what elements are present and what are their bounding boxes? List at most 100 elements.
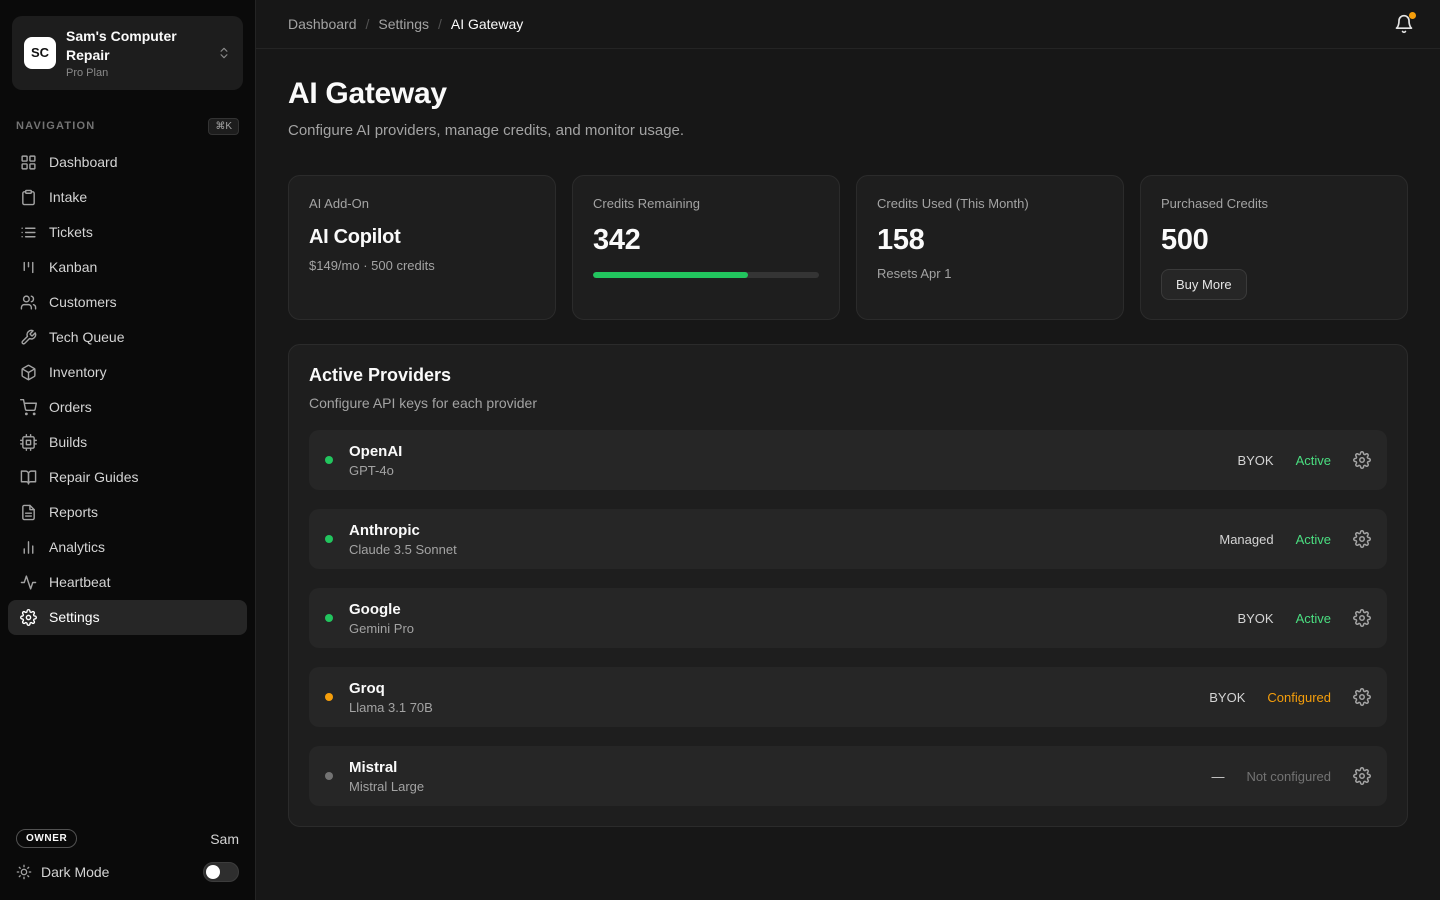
- sidebar-item-inventory[interactable]: Inventory: [8, 355, 247, 390]
- sidebar-item-repair-guides[interactable]: Repair Guides: [8, 460, 247, 495]
- gear-icon[interactable]: [1353, 609, 1371, 627]
- breadcrumb-separator: /: [366, 16, 370, 32]
- provider-meta: BYOK Active: [1237, 451, 1371, 469]
- sidebar-item-tech-queue[interactable]: Tech Queue: [8, 320, 247, 355]
- sidebar-item-analytics[interactable]: Analytics: [8, 530, 247, 565]
- provider-model: Gemini Pro: [349, 621, 414, 636]
- gear-icon[interactable]: [1353, 767, 1371, 785]
- bar-chart-icon: [20, 539, 37, 556]
- provider-meta: BYOK Active: [1237, 609, 1371, 627]
- provider-info: Groq Llama 3.1 70B: [349, 680, 433, 715]
- breadcrumb: Dashboard / Settings / AI Gateway: [288, 16, 523, 32]
- sidebar-item-reports[interactable]: Reports: [8, 495, 247, 530]
- provider-status: Active: [1296, 611, 1331, 626]
- provider-rows: OpenAI GPT-4o BYOK Active Anthropic: [309, 430, 1387, 806]
- stat-label: AI Add-On: [309, 196, 535, 211]
- role-badge: OWNER: [16, 829, 77, 848]
- kanban-icon: [20, 259, 37, 276]
- provider-model: GPT-4o: [349, 463, 402, 478]
- grid-icon: [20, 154, 37, 171]
- provider-status: Active: [1296, 532, 1331, 547]
- main-area: Dashboard / Settings / AI Gateway AI Gat…: [256, 0, 1440, 900]
- stat-card-credits-used: Credits Used (This Month) 158 Resets Apr…: [856, 175, 1124, 320]
- provider-model: Claude 3.5 Sonnet: [349, 542, 457, 557]
- stat-label: Credits Used (This Month): [877, 196, 1103, 211]
- notification-dot: [1409, 12, 1416, 19]
- wrench-icon: [20, 329, 37, 346]
- sidebar-item-orders[interactable]: Orders: [8, 390, 247, 425]
- provider-info: Mistral Mistral Large: [349, 759, 424, 794]
- stat-detail: $149/mo · 500 credits: [309, 258, 535, 273]
- sidebar-item-label: Heartbeat: [49, 574, 110, 590]
- status-dot: [325, 772, 333, 780]
- sidebar-item-heartbeat[interactable]: Heartbeat: [8, 565, 247, 600]
- provider-row-openai[interactable]: OpenAI GPT-4o BYOK Active: [309, 430, 1387, 490]
- workspace-switcher[interactable]: SC Sam's Computer Repair Pro Plan: [12, 16, 243, 90]
- provider-row-anthropic[interactable]: Anthropic Claude 3.5 Sonnet Managed Acti…: [309, 509, 1387, 569]
- sidebar-item-label: Repair Guides: [49, 469, 139, 485]
- clipboard-icon: [20, 189, 37, 206]
- provider-info: OpenAI GPT-4o: [349, 443, 402, 478]
- stat-card-ai-addon: AI Add-On AI Copilot $149/mo · 500 credi…: [288, 175, 556, 320]
- page-title: AI Gateway: [288, 77, 1408, 111]
- book-open-icon: [20, 469, 37, 486]
- sidebar-item-builds[interactable]: Builds: [8, 425, 247, 460]
- stat-card-purchased-credits: Purchased Credits 500 Buy More: [1140, 175, 1408, 320]
- topbar: Dashboard / Settings / AI Gateway: [256, 0, 1440, 49]
- provider-row-google[interactable]: Google Gemini Pro BYOK Active: [309, 588, 1387, 648]
- notifications-button[interactable]: [1394, 14, 1414, 34]
- gear-icon[interactable]: [1353, 530, 1371, 548]
- chevrons-up-down-icon: [217, 46, 231, 60]
- dark-mode-toggle[interactable]: [203, 862, 239, 882]
- providers-title: Active Providers: [309, 365, 1387, 386]
- provider-status: Configured: [1267, 690, 1331, 705]
- sidebar-item-label: Settings: [49, 609, 100, 625]
- breadcrumb-dashboard[interactable]: Dashboard: [288, 16, 357, 32]
- status-dot: [325, 693, 333, 701]
- navigation-section-label: NAVIGATION: [16, 120, 95, 132]
- active-providers-card: Active Providers Configure API keys for …: [288, 344, 1408, 827]
- sidebar-item-label: Analytics: [49, 539, 105, 555]
- users-icon: [20, 294, 37, 311]
- sidebar-item-label: Intake: [49, 189, 87, 205]
- credits-progress-bar: [593, 272, 819, 278]
- provider-status: Not configured: [1246, 769, 1331, 784]
- page-subtitle: Configure AI providers, manage credits, …: [288, 122, 1408, 139]
- provider-row-groq[interactable]: Groq Llama 3.1 70B BYOK Configured: [309, 667, 1387, 727]
- sidebar-item-tickets[interactable]: Tickets: [8, 215, 247, 250]
- sidebar-footer: OWNER Sam Dark Mode: [0, 815, 255, 900]
- status-dot: [325, 614, 333, 622]
- page-content: AI Gateway Configure AI providers, manag…: [256, 49, 1440, 827]
- provider-mode: BYOK: [1237, 611, 1273, 626]
- sidebar-item-intake[interactable]: Intake: [8, 180, 247, 215]
- gear-icon[interactable]: [1353, 688, 1371, 706]
- sidebar-item-dashboard[interactable]: Dashboard: [8, 145, 247, 180]
- provider-model: Mistral Large: [349, 779, 424, 794]
- gear-icon: [20, 609, 37, 626]
- provider-meta: Managed Active: [1219, 530, 1371, 548]
- sidebar-item-customers[interactable]: Customers: [8, 285, 247, 320]
- user-name: Sam: [210, 831, 239, 847]
- provider-row-mistral[interactable]: Mistral Mistral Large — Not configured: [309, 746, 1387, 806]
- provider-mode: BYOK: [1209, 690, 1245, 705]
- file-text-icon: [20, 504, 37, 521]
- workspace-plan: Pro Plan: [66, 67, 207, 79]
- activity-icon: [20, 574, 37, 591]
- breadcrumb-settings[interactable]: Settings: [378, 16, 429, 32]
- workspace-avatar: SC: [24, 37, 56, 69]
- provider-mode: BYOK: [1237, 453, 1273, 468]
- gear-icon[interactable]: [1353, 451, 1371, 469]
- provider-info: Google Gemini Pro: [349, 601, 414, 636]
- owner-row: OWNER Sam: [16, 829, 239, 848]
- sidebar-item-label: Kanban: [49, 259, 97, 275]
- credits-progress-fill: [593, 272, 748, 278]
- sidebar-item-settings[interactable]: Settings: [8, 600, 247, 635]
- sidebar-item-kanban[interactable]: Kanban: [8, 250, 247, 285]
- list-icon: [20, 224, 37, 241]
- provider-name: Anthropic: [349, 522, 457, 539]
- app-root: SC Sam's Computer Repair Pro Plan NAVIGA…: [0, 0, 1440, 900]
- breadcrumb-separator: /: [438, 16, 442, 32]
- provider-meta: BYOK Configured: [1209, 688, 1371, 706]
- buy-more-button[interactable]: Buy More: [1161, 269, 1247, 300]
- provider-name: Groq: [349, 680, 433, 697]
